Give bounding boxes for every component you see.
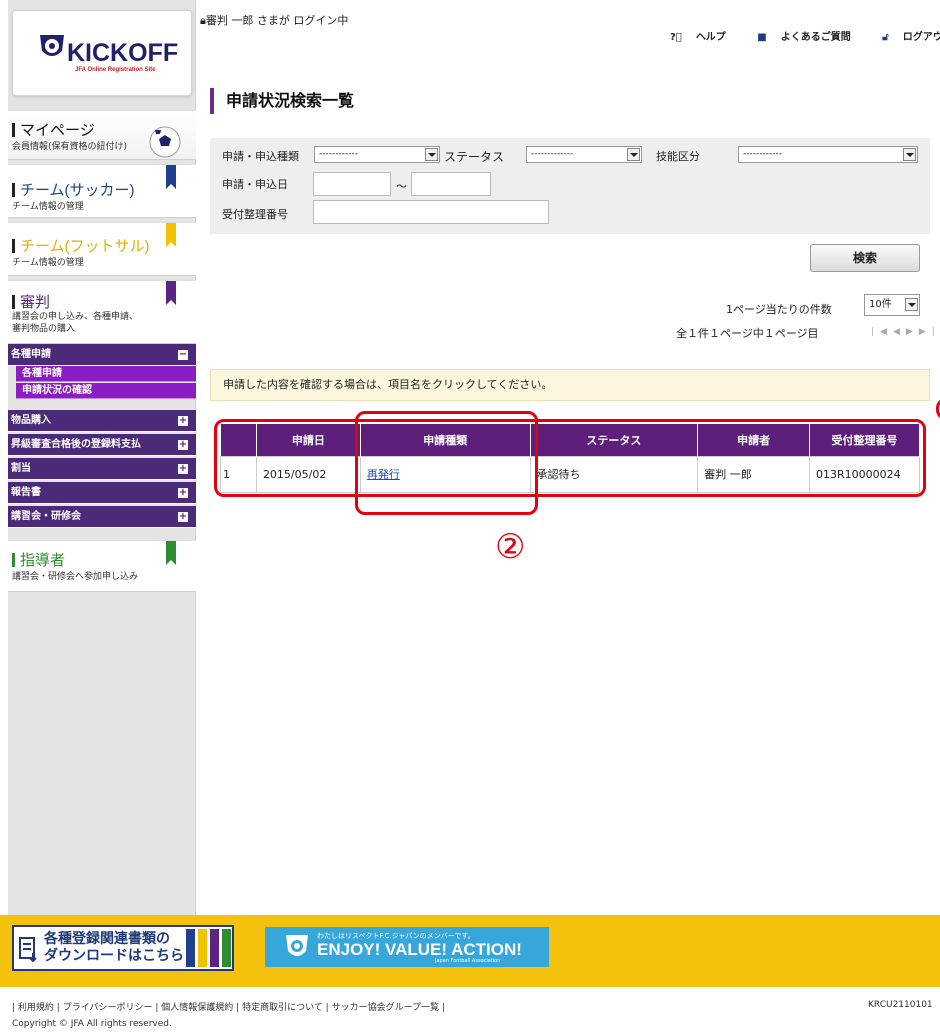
- footer-link-privacy[interactable]: プライバシーポリシー: [63, 1003, 153, 1013]
- download-text: 各種登録関連書類の ダウンロードはこちら: [44, 931, 184, 964]
- annotation-table-highlight: [214, 419, 926, 497]
- nav-coach-title: 指導者: [12, 549, 65, 570]
- download-banner[interactable]: 各種登録関連書類の ダウンロードはこちら: [12, 925, 234, 971]
- collapse-icon[interactable]: −: [178, 350, 188, 360]
- submenu-applications[interactable]: 各種申請: [16, 366, 196, 382]
- menu-seminars[interactable]: 講習会・研修会 +: [8, 506, 196, 528]
- respect-slogan: ENJOY! VALUE! ACTION!: [317, 940, 522, 959]
- expand-icon[interactable]: +: [178, 440, 188, 450]
- screen-code: KRCU2110101: [868, 1000, 933, 1010]
- respect-emblem-icon: [286, 935, 308, 956]
- date-to-input[interactable]: [411, 172, 491, 196]
- copyright: Copyright © JFA All rights reserved.: [12, 1019, 172, 1029]
- annotation-edge-mark: [936, 398, 940, 420]
- footer-link-personal-info[interactable]: 個人情報保護規約: [161, 1003, 233, 1013]
- help-icon: ?⃝: [670, 32, 682, 43]
- first-page-icon[interactable]: |◀: [871, 327, 893, 337]
- faq-link[interactable]: ■ よくあるご質問: [757, 32, 864, 43]
- date-label: 申請・申込日: [222, 178, 288, 191]
- login-status: 🔒︎審判 一郎 さまが ログイン中: [200, 14, 349, 27]
- menu-reports[interactable]: 報告書 +: [8, 482, 196, 504]
- skill-label: 技能区分: [656, 150, 700, 163]
- chat-icon: ■: [757, 32, 767, 43]
- search-panel: 申請・申込種類 ------------ ステータス -------------…: [210, 138, 930, 234]
- nav-coach[interactable]: 指導者 講習会・研修会へ参加申し込み: [8, 540, 196, 592]
- expand-icon[interactable]: +: [178, 512, 188, 522]
- perpage-select[interactable]: 10件: [864, 294, 920, 316]
- lock-icon: 🔓︎: [882, 32, 889, 43]
- status-label: ステータス: [444, 150, 505, 164]
- menu-assignment[interactable]: 割当 +: [8, 458, 196, 480]
- nav-team-futsal-title: チーム(フットサル): [12, 235, 150, 256]
- date-from-input[interactable]: [313, 172, 391, 196]
- soccer-ball-icon: [149, 126, 181, 158]
- logout-link[interactable]: 🔓︎ログアウト: [882, 32, 940, 43]
- nav-mypage[interactable]: マイページ 会員情報(保有資格の紐付け): [8, 110, 196, 160]
- footer-links: | 利用規約 | プライバシーポリシー | 個人情報保護規約 | 特定商取引につ…: [12, 1003, 445, 1013]
- nav-team-futsal-sub: チーム情報の管理: [12, 258, 84, 268]
- nav-team-futsal[interactable]: チーム(フットサル) チーム情報の管理: [8, 222, 196, 276]
- logo-wordmark: KICKOFF: [67, 39, 179, 67]
- number-input[interactable]: [313, 200, 549, 224]
- menu-goods-purchase[interactable]: 物品購入 +: [8, 410, 196, 432]
- nav-referee-title: 審判: [12, 291, 50, 312]
- submenu-application-status[interactable]: 申請状況の確認: [16, 383, 196, 399]
- annotation-number: ②: [495, 527, 526, 567]
- bookmark-icon: [166, 281, 176, 305]
- kickoff-logo[interactable]: KICKOFF JFA Online Registration Site: [12, 10, 192, 96]
- dropdown-arrow-icon: [903, 148, 916, 161]
- expand-icon[interactable]: +: [178, 464, 188, 474]
- type-select[interactable]: ------------: [314, 146, 440, 163]
- perpage-label: 1ページ当たりの件数: [726, 303, 832, 316]
- help-link[interactable]: ?⃝ ヘルプ: [670, 32, 740, 43]
- nav-team-soccer-title: チーム(サッカー): [12, 179, 135, 200]
- search-button[interactable]: 検索: [810, 244, 920, 272]
- prev-page-icon[interactable]: ◀: [893, 327, 906, 337]
- dropdown-arrow-icon: [627, 148, 640, 161]
- expand-icon[interactable]: +: [178, 416, 188, 426]
- dropdown-arrow-icon: [905, 298, 918, 311]
- menu-promotion-fee[interactable]: 昇級審査合格後の登録料支払 +: [8, 434, 196, 456]
- nav-coach-sub: 講習会・研修会へ参加申し込み: [12, 572, 139, 582]
- number-label: 受付整理番号: [222, 208, 288, 221]
- page-title: 申請状況検索一覧: [210, 88, 354, 114]
- bookmark-icon: [166, 541, 176, 565]
- nav-mypage-title: マイページ: [12, 119, 95, 140]
- nav-referee-sub1: 講習会の申し込み、各種申請、: [12, 312, 139, 322]
- nav-mypage-sub: 会員情報(保有資格の紐付け): [12, 142, 128, 152]
- logo-subtitle: JFA Online Registration Site: [75, 67, 156, 73]
- respect-jfa: Japan Football Association: [435, 958, 501, 964]
- nav-team-soccer[interactable]: チーム(サッカー) チーム情報の管理: [8, 164, 196, 218]
- skill-select[interactable]: ------------: [738, 146, 918, 163]
- notice-message: 申請した内容を確認する場合は、項目名をクリックしてください。: [210, 369, 930, 401]
- respect-banner[interactable]: わたしはリスペクトF.C.ジャパンのメンバーです。 ENJOY! VALUE! …: [265, 927, 549, 967]
- date-separator: ～: [396, 180, 407, 193]
- last-page-icon[interactable]: ▶|: [919, 327, 940, 337]
- footer-link-group[interactable]: サッカー協会グループ一覧: [332, 1003, 439, 1013]
- nav-team-soccer-sub: チーム情報の管理: [12, 202, 84, 212]
- bookmark-icon: [166, 165, 176, 189]
- type-label: 申請・申込種類: [222, 150, 299, 163]
- nav-referee[interactable]: 審判 講習会の申し込み、各種申請、 審判物品の購入: [8, 280, 196, 344]
- menu-applications[interactable]: 各種申請 −: [8, 344, 196, 366]
- expand-icon[interactable]: +: [178, 488, 188, 498]
- status-select[interactable]: -------------: [526, 146, 642, 163]
- annotation-column-highlight: [355, 411, 538, 515]
- pager-status: 全１件１ページ中１ページ目: [676, 327, 819, 340]
- dropdown-arrow-icon: [425, 148, 438, 161]
- bookmark-stripes-icon: [186, 929, 231, 967]
- nav-referee-sub2: 審判物品の購入: [12, 324, 76, 334]
- bookmark-icon: [166, 223, 176, 247]
- header-links: ?⃝ヘルプ ■よくあるご質問 🔓︎ログアウト: [670, 28, 940, 43]
- sidebar: KICKOFF JFA Online Registration Site マイペ…: [8, 0, 196, 915]
- pager-controls: |◀◀▶▶|: [871, 327, 940, 337]
- jfa-emblem-icon: [40, 35, 64, 56]
- next-page-icon[interactable]: ▶: [906, 327, 919, 337]
- footer-link-terms[interactable]: 利用規約: [18, 1003, 54, 1013]
- document-download-icon: [19, 937, 37, 963]
- footer-link-commerce[interactable]: 特定商取引について: [242, 1003, 323, 1013]
